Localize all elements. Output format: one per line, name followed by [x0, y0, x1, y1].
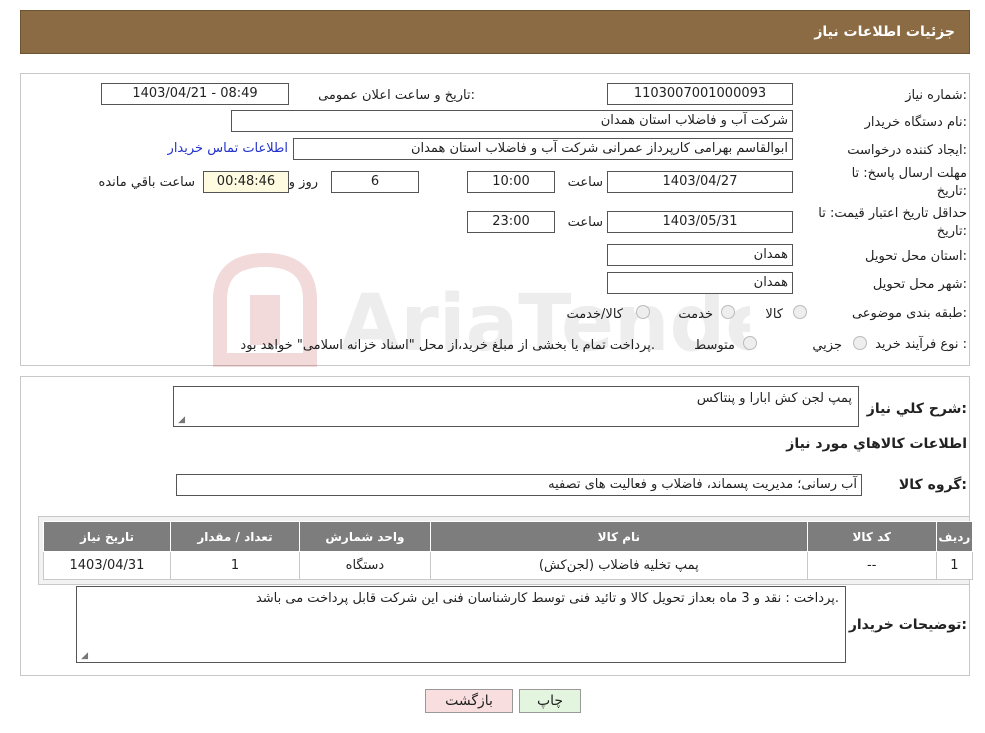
- days-label: روز و: [288, 175, 318, 190]
- buyer-notes-label: توضیحات خریدار:: [848, 617, 967, 633]
- need-number-label: شماره نیاز:: [905, 88, 967, 103]
- goods-group-field: آب رسانی؛ مدیریت پسماند، فاضلاب و فعالیت…: [176, 474, 862, 496]
- process-type-label: نوع فرآیند خرید :: [875, 337, 967, 352]
- category-label: طبقه بندی موضوعی:: [851, 306, 967, 321]
- creator-field: ابوالقاسم بهرامی کارپرداز عمرانی شرکت آب…: [293, 138, 793, 160]
- category-option-goods-service: کالا/خدمت: [566, 307, 623, 322]
- announce-label: تاریخ و ساعت اعلان عمومی:: [318, 88, 475, 103]
- col-header-row-number: ردیف: [935, 521, 974, 552]
- col-header-need-date: تاریخ نیاز: [43, 521, 171, 552]
- goods-group-label: گروه کالا:: [898, 477, 967, 493]
- col-header-name: نام کالا: [429, 521, 808, 552]
- category-radio-goods-service[interactable]: [636, 305, 650, 319]
- buyer-notes-text: پرداخت : نقد و 3 ماه بعداز تحویل کالا و …: [255, 591, 839, 606]
- category-radio-goods[interactable]: [793, 305, 807, 319]
- print-button[interactable]: چاپ: [519, 689, 581, 713]
- description-textarea[interactable]: پمپ لجن کش ابارا و پنتاکس ◢: [173, 386, 859, 427]
- price-validity-label-2: تاریخ:: [936, 224, 967, 239]
- remaining-time-field: 00:48:46: [203, 171, 289, 193]
- process-radio-minor[interactable]: [853, 336, 867, 350]
- remaining-time-label: ساعت باقي مانده: [98, 175, 195, 190]
- col-header-code: کد کالا: [806, 521, 937, 552]
- page-title: جزئیات اطلاعات نیاز: [814, 24, 955, 40]
- buyer-contact-link[interactable]: اطلاعات تماس خریدار: [168, 141, 288, 156]
- cell-need-date: 1403/04/31: [43, 551, 171, 580]
- table-header-row: ردیف کد کالا نام کالا واحد شمارش تعداد /…: [43, 521, 974, 552]
- goods-table-container: ردیف کد کالا نام کالا واحد شمارش تعداد /…: [38, 516, 974, 585]
- category-radio-service[interactable]: [721, 305, 735, 319]
- days-field: 6: [331, 171, 419, 193]
- buyer-field: شرکت آب و فاضلاب استان همدان: [231, 110, 793, 132]
- treasury-note: پرداخت تمام یا بخشی از مبلغ خرید،از محل …: [240, 338, 655, 353]
- announce-field: 1403/04/21 - 08:49: [101, 83, 289, 105]
- creator-label: ایجاد کننده درخواست:: [847, 143, 967, 158]
- resize-handle-icon[interactable]: ◢: [176, 416, 185, 425]
- validity-time-label: ساعت: [567, 215, 603, 230]
- category-option-goods: کالا: [765, 307, 783, 322]
- process-option-minor: جزیي: [812, 338, 842, 353]
- validity-date-field: 1403/05/31: [607, 211, 793, 233]
- description-label: شرح کلي نیاز:: [866, 401, 967, 417]
- resize-handle-icon[interactable]: ◢: [79, 652, 88, 661]
- col-header-quantity: تعداد / مقدار: [169, 521, 300, 552]
- goods-info-title: اطلاعات کالاهاي مورد نیاز: [786, 436, 967, 452]
- cell-unit: دستگاه: [298, 551, 431, 580]
- cell-name: پمپ تخلیه فاضلاب (لجن‌کش): [429, 551, 808, 580]
- table-row: 1 -- پمپ تخلیه فاضلاب (لجن‌کش) دستگاه 1 …: [43, 551, 974, 580]
- buyer-label: نام دستگاه خریدار:: [864, 115, 967, 130]
- page-header: جزئیات اطلاعات نیاز: [20, 10, 970, 54]
- reply-date-field: 1403/04/27: [607, 171, 793, 193]
- reply-time-field: 10:00: [467, 171, 555, 193]
- reply-time-label: ساعت: [567, 175, 603, 190]
- price-validity-label: حداقل تاریخ اعتبار قیمت: تا: [818, 206, 967, 221]
- province-label: استان محل تحویل:: [865, 249, 967, 264]
- col-header-unit: واحد شمارش: [298, 521, 431, 552]
- cell-code: --: [806, 551, 937, 580]
- process-option-medium: متوسط: [694, 338, 735, 353]
- city-label: شهر محل تحویل:: [872, 277, 967, 292]
- reply-deadline-label: مهلت ارسال پاسخ: تا: [851, 166, 967, 181]
- need-number-field: 1103007001000093: [607, 83, 793, 105]
- back-button[interactable]: بازگشت: [425, 689, 513, 713]
- goods-table: ردیف کد کالا نام کالا واحد شمارش تعداد /…: [43, 521, 974, 580]
- validity-time-field: 23:00: [467, 211, 555, 233]
- city-field: همدان: [607, 272, 793, 294]
- cell-quantity: 1: [169, 551, 300, 580]
- buyer-notes-textarea[interactable]: پرداخت : نقد و 3 ماه بعداز تحویل کالا و …: [76, 586, 846, 663]
- reply-deadline-label-2: تاریخ:: [936, 184, 967, 199]
- description-text: پمپ لجن کش ابارا و پنتاکس: [696, 391, 852, 406]
- province-field: همدان: [607, 244, 793, 266]
- process-radio-medium[interactable]: [743, 336, 757, 350]
- category-option-service: خدمت: [678, 307, 713, 322]
- cell-row-number: 1: [935, 551, 974, 580]
